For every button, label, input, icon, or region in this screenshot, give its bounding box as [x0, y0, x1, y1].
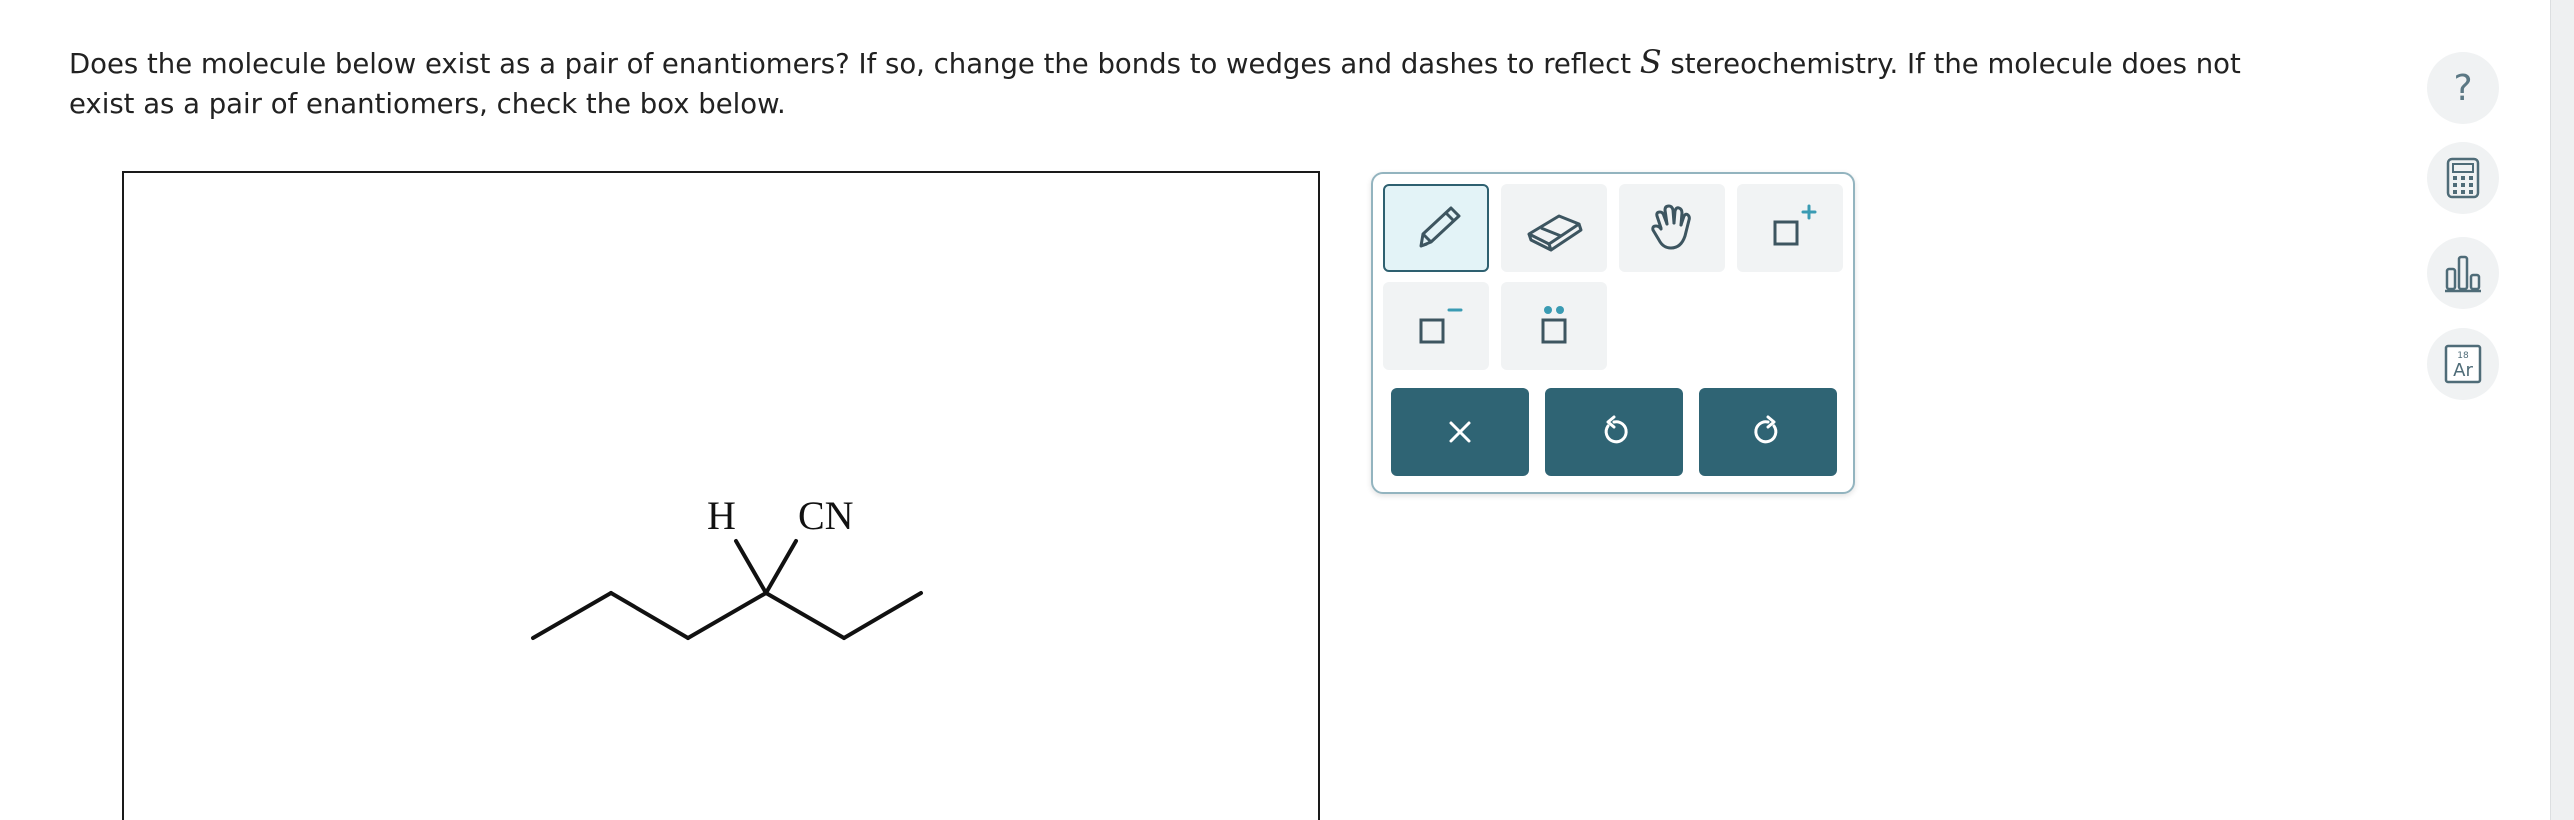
- bond-c5-c6[interactable]: [842, 591, 923, 640]
- bar-chart-icon: [2445, 255, 2481, 293]
- bond-c4-c5[interactable]: [764, 591, 846, 640]
- bond-c1-c2[interactable]: [531, 591, 613, 640]
- pencil-tool-button[interactable]: [1383, 184, 1489, 272]
- molecule-drawing[interactable]: H CN: [124, 173, 1318, 820]
- help-icon: ?: [2453, 67, 2473, 109]
- help-button[interactable]: ?: [2427, 52, 2499, 124]
- redo-icon: [1754, 415, 1778, 444]
- stereo-variable: S: [1639, 43, 1662, 81]
- bond-c4-h[interactable]: [734, 539, 768, 595]
- pencil-icon: [1419, 206, 1461, 248]
- calculator-button[interactable]: [2427, 142, 2499, 214]
- drawing-toolbar: [1371, 172, 1855, 494]
- lone-pair-tool-button[interactable]: [1501, 282, 1607, 370]
- clear-icon: [1449, 421, 1471, 443]
- bond-c3-c4[interactable]: [686, 591, 768, 640]
- eraser-tool-button[interactable]: [1501, 184, 1607, 272]
- drawing-canvas[interactable]: H CN: [122, 171, 1320, 820]
- page: Does the molecule below exist as a pair …: [0, 0, 2574, 820]
- bond-c4-cn[interactable]: [764, 539, 798, 595]
- lone-pair-icon: [1541, 306, 1567, 344]
- undo-icon: [1604, 415, 1628, 444]
- periodic-table-button[interactable]: 18 Ar: [2427, 328, 2499, 400]
- vertical-scrollbar[interactable]: [2550, 0, 2574, 820]
- question-part-1: Does the molecule below exist as a pair …: [69, 48, 1640, 80]
- eraser-icon: [1527, 214, 1583, 252]
- add-positive-charge-icon: [1773, 204, 1817, 246]
- hand-tool-button[interactable]: [1619, 184, 1725, 272]
- periodic-table-symbol: Ar: [2453, 360, 2473, 381]
- atom-label-cn[interactable]: CN: [798, 493, 854, 538]
- bond-c2-c3[interactable]: [609, 591, 690, 640]
- periodic-table-icon: 18 Ar: [2444, 344, 2482, 384]
- add-negative-charge-icon: [1419, 308, 1463, 344]
- undo-button[interactable]: [1545, 388, 1683, 476]
- negative-charge-tool-button[interactable]: [1383, 282, 1489, 370]
- question-text: Does the molecule below exist as a pair …: [69, 42, 2309, 124]
- clear-button[interactable]: [1391, 388, 1529, 476]
- positive-charge-tool-button[interactable]: [1737, 184, 1843, 272]
- atom-label-h[interactable]: H: [707, 493, 736, 538]
- data-chart-button[interactable]: [2427, 237, 2499, 309]
- hand-icon: [1651, 204, 1691, 250]
- calculator-icon: [2446, 157, 2480, 199]
- redo-button[interactable]: [1699, 388, 1837, 476]
